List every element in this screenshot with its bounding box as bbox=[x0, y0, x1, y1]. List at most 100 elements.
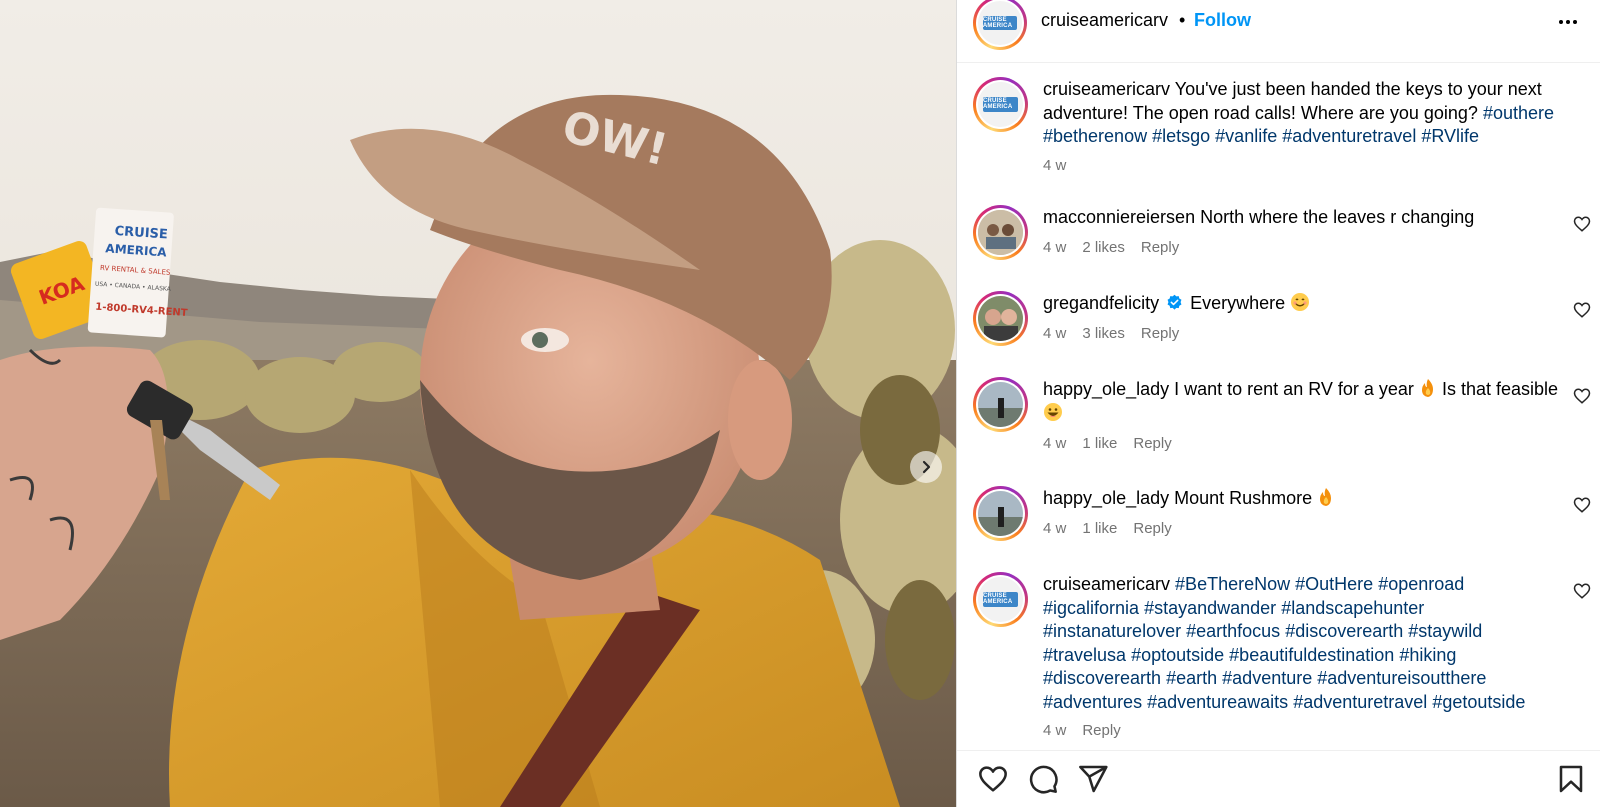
cruise-america-logo: CRUISE AMERICA bbox=[982, 96, 1019, 113]
comment-time[interactable]: 4 w bbox=[1043, 722, 1066, 739]
hashtag[interactable]: #igcalifornia bbox=[1043, 598, 1139, 618]
comment-time[interactable]: 4 w bbox=[1043, 239, 1066, 256]
hashtag[interactable]: #earthfocus bbox=[1186, 621, 1280, 641]
avatar-photo bbox=[978, 296, 1023, 341]
chevron-right-icon bbox=[922, 460, 931, 474]
hashtag[interactable]: #discoverearth bbox=[1043, 668, 1161, 688]
hashtag[interactable]: #getoutside bbox=[1432, 692, 1525, 712]
comment-username[interactable]: happy_ole_lady bbox=[1043, 379, 1169, 399]
hashtag[interactable]: #staywild bbox=[1408, 621, 1482, 641]
hashtag[interactable]: #adventuretravel bbox=[1293, 692, 1427, 712]
hashtag[interactable]: #vanlife bbox=[1215, 126, 1277, 146]
comment-text: cruiseamericarv #BeThereNow #OutHere #op… bbox=[1043, 573, 1559, 714]
like-comment-icon[interactable] bbox=[1573, 496, 1591, 514]
comment-username[interactable]: gregandfelicity bbox=[1043, 293, 1159, 313]
comment-username[interactable]: macconniereiersen bbox=[1043, 207, 1195, 227]
hashtag[interactable]: #hiking bbox=[1399, 645, 1456, 665]
hashtag[interactable]: #instanaturelover bbox=[1043, 621, 1181, 641]
cruise-america-logo: CRUISE AMERICA bbox=[982, 15, 1018, 31]
hashtag[interactable]: #OutHere bbox=[1295, 574, 1373, 594]
hashtag[interactable]: #BeThereNow bbox=[1175, 574, 1290, 594]
follow-button[interactable]: Follow bbox=[1194, 10, 1251, 31]
comment-text: macconniereiersen North where the leaves… bbox=[1043, 206, 1559, 230]
reply-button[interactable]: Reply bbox=[1141, 325, 1179, 342]
hashtag[interactable]: #betherenow bbox=[1043, 126, 1147, 146]
comment-time[interactable]: 4 w bbox=[1043, 325, 1066, 342]
post-header: CRUISE AMERICA cruiseamericarv • Follow bbox=[957, 0, 1600, 63]
author-avatar[interactable]: CRUISE AMERICA bbox=[973, 0, 1027, 50]
avatar-photo bbox=[978, 210, 1023, 255]
hashtag[interactable]: #adventure bbox=[1222, 668, 1312, 688]
avatar-photo bbox=[978, 382, 1023, 427]
comment-username[interactable]: cruiseamericarv bbox=[1043, 574, 1170, 594]
post-side-panel: CRUISE AMERICA cruiseamericarv • Follow … bbox=[956, 0, 1600, 807]
avatar-photo bbox=[978, 491, 1023, 536]
comment-likes[interactable]: 1 like bbox=[1082, 435, 1117, 452]
hashtag[interactable]: #outhere bbox=[1483, 103, 1554, 123]
comment-likes[interactable]: 3 likes bbox=[1082, 325, 1125, 342]
more-options-icon[interactable] bbox=[1553, 10, 1583, 34]
separator-dot: • bbox=[1179, 10, 1186, 30]
share-icon[interactable] bbox=[1077, 763, 1109, 795]
comment-meta: 4 w 1 like Reply bbox=[1043, 520, 1172, 537]
comment-likes[interactable]: 2 likes bbox=[1082, 239, 1125, 256]
grin-emoji bbox=[1044, 402, 1062, 421]
hashtag[interactable]: #adventureawaits bbox=[1147, 692, 1288, 712]
commenter-avatar[interactable] bbox=[973, 486, 1028, 541]
caption-time[interactable]: 4 w bbox=[1043, 157, 1066, 174]
comment-likes[interactable]: 1 like bbox=[1082, 520, 1117, 537]
caption-text: cruiseamericarv You've just been handed … bbox=[1043, 78, 1559, 149]
like-comment-icon[interactable] bbox=[1573, 387, 1591, 405]
reply-button[interactable]: Reply bbox=[1133, 435, 1171, 452]
post-actions bbox=[957, 750, 1600, 807]
photo-illustration: OW! KOA CRUISE AMERICA RV RENTAL & SALES… bbox=[0, 0, 956, 807]
post-photo: OW! KOA CRUISE AMERICA RV RENTAL & SALES… bbox=[0, 0, 956, 807]
author-username[interactable]: cruiseamericarv bbox=[1041, 10, 1168, 31]
comment-time[interactable]: 4 w bbox=[1043, 435, 1066, 452]
comment-body: Everywhere bbox=[1190, 293, 1286, 313]
caption-meta: 4 w bbox=[1043, 157, 1066, 174]
comment-body: North where the leaves r changing bbox=[1200, 207, 1475, 227]
hashtag[interactable]: #discoverearth bbox=[1285, 621, 1403, 641]
hashtag[interactable]: #openroad bbox=[1378, 574, 1464, 594]
comments-list[interactable]: CRUISE AMERICA cruiseamericarv You've ju… bbox=[957, 63, 1600, 750]
caption-username[interactable]: cruiseamericarv bbox=[1043, 79, 1170, 99]
comment-username[interactable]: happy_ole_lady bbox=[1043, 488, 1169, 508]
reply-button[interactable]: Reply bbox=[1141, 239, 1179, 256]
hashtag[interactable]: #adventures bbox=[1043, 692, 1142, 712]
reply-button[interactable]: Reply bbox=[1133, 520, 1171, 537]
smile-emoji bbox=[1291, 293, 1310, 311]
hashtag[interactable]: #earth bbox=[1166, 668, 1217, 688]
cruise-america-logo: CRUISE AMERICA bbox=[982, 591, 1019, 608]
hashtag[interactable]: #travelusa bbox=[1043, 645, 1126, 665]
reply-button[interactable]: Reply bbox=[1082, 722, 1120, 739]
commenter-avatar[interactable] bbox=[973, 291, 1028, 346]
comment-text: gregandfelicity Everywhere bbox=[1043, 292, 1559, 316]
bookmark-icon[interactable] bbox=[1555, 763, 1587, 795]
hashtag[interactable]: #adventureisoutthere bbox=[1317, 668, 1486, 688]
heart-icon[interactable] bbox=[977, 763, 1009, 795]
commenter-avatar[interactable] bbox=[973, 205, 1028, 260]
comment-body: Mount Rushmore bbox=[1174, 488, 1313, 508]
fire-emoji bbox=[1421, 379, 1433, 397]
hashtag[interactable]: #landscapehunter bbox=[1281, 598, 1424, 618]
commenter-avatar[interactable] bbox=[973, 377, 1028, 432]
commenter-avatar[interactable]: CRUISE AMERICA bbox=[973, 572, 1028, 627]
hashtag[interactable]: #letsgo bbox=[1152, 126, 1210, 146]
hashtag[interactable]: #stayandwander bbox=[1144, 598, 1276, 618]
comment-time[interactable]: 4 w bbox=[1043, 520, 1066, 537]
hashtag[interactable]: #RVlife bbox=[1421, 126, 1479, 146]
comment-icon[interactable] bbox=[1027, 763, 1059, 795]
comment-body: Is that feasible bbox=[1441, 379, 1559, 399]
caption-avatar[interactable]: CRUISE AMERICA bbox=[973, 77, 1028, 132]
comment-meta: 4 w Reply bbox=[1043, 722, 1121, 739]
hashtag[interactable]: #adventuretravel bbox=[1282, 126, 1416, 146]
comment-body: I want to rent an RV for a year bbox=[1174, 379, 1414, 399]
hashtag[interactable]: #beautifuldestination bbox=[1229, 645, 1394, 665]
hashtag[interactable]: #optoutside bbox=[1131, 645, 1224, 665]
like-comment-icon[interactable] bbox=[1573, 215, 1591, 233]
next-photo-button[interactable] bbox=[910, 451, 942, 483]
like-comment-icon[interactable] bbox=[1573, 582, 1591, 600]
like-comment-icon[interactable] bbox=[1573, 301, 1591, 319]
comment-text: happy_ole_lady Mount Rushmore bbox=[1043, 487, 1559, 511]
